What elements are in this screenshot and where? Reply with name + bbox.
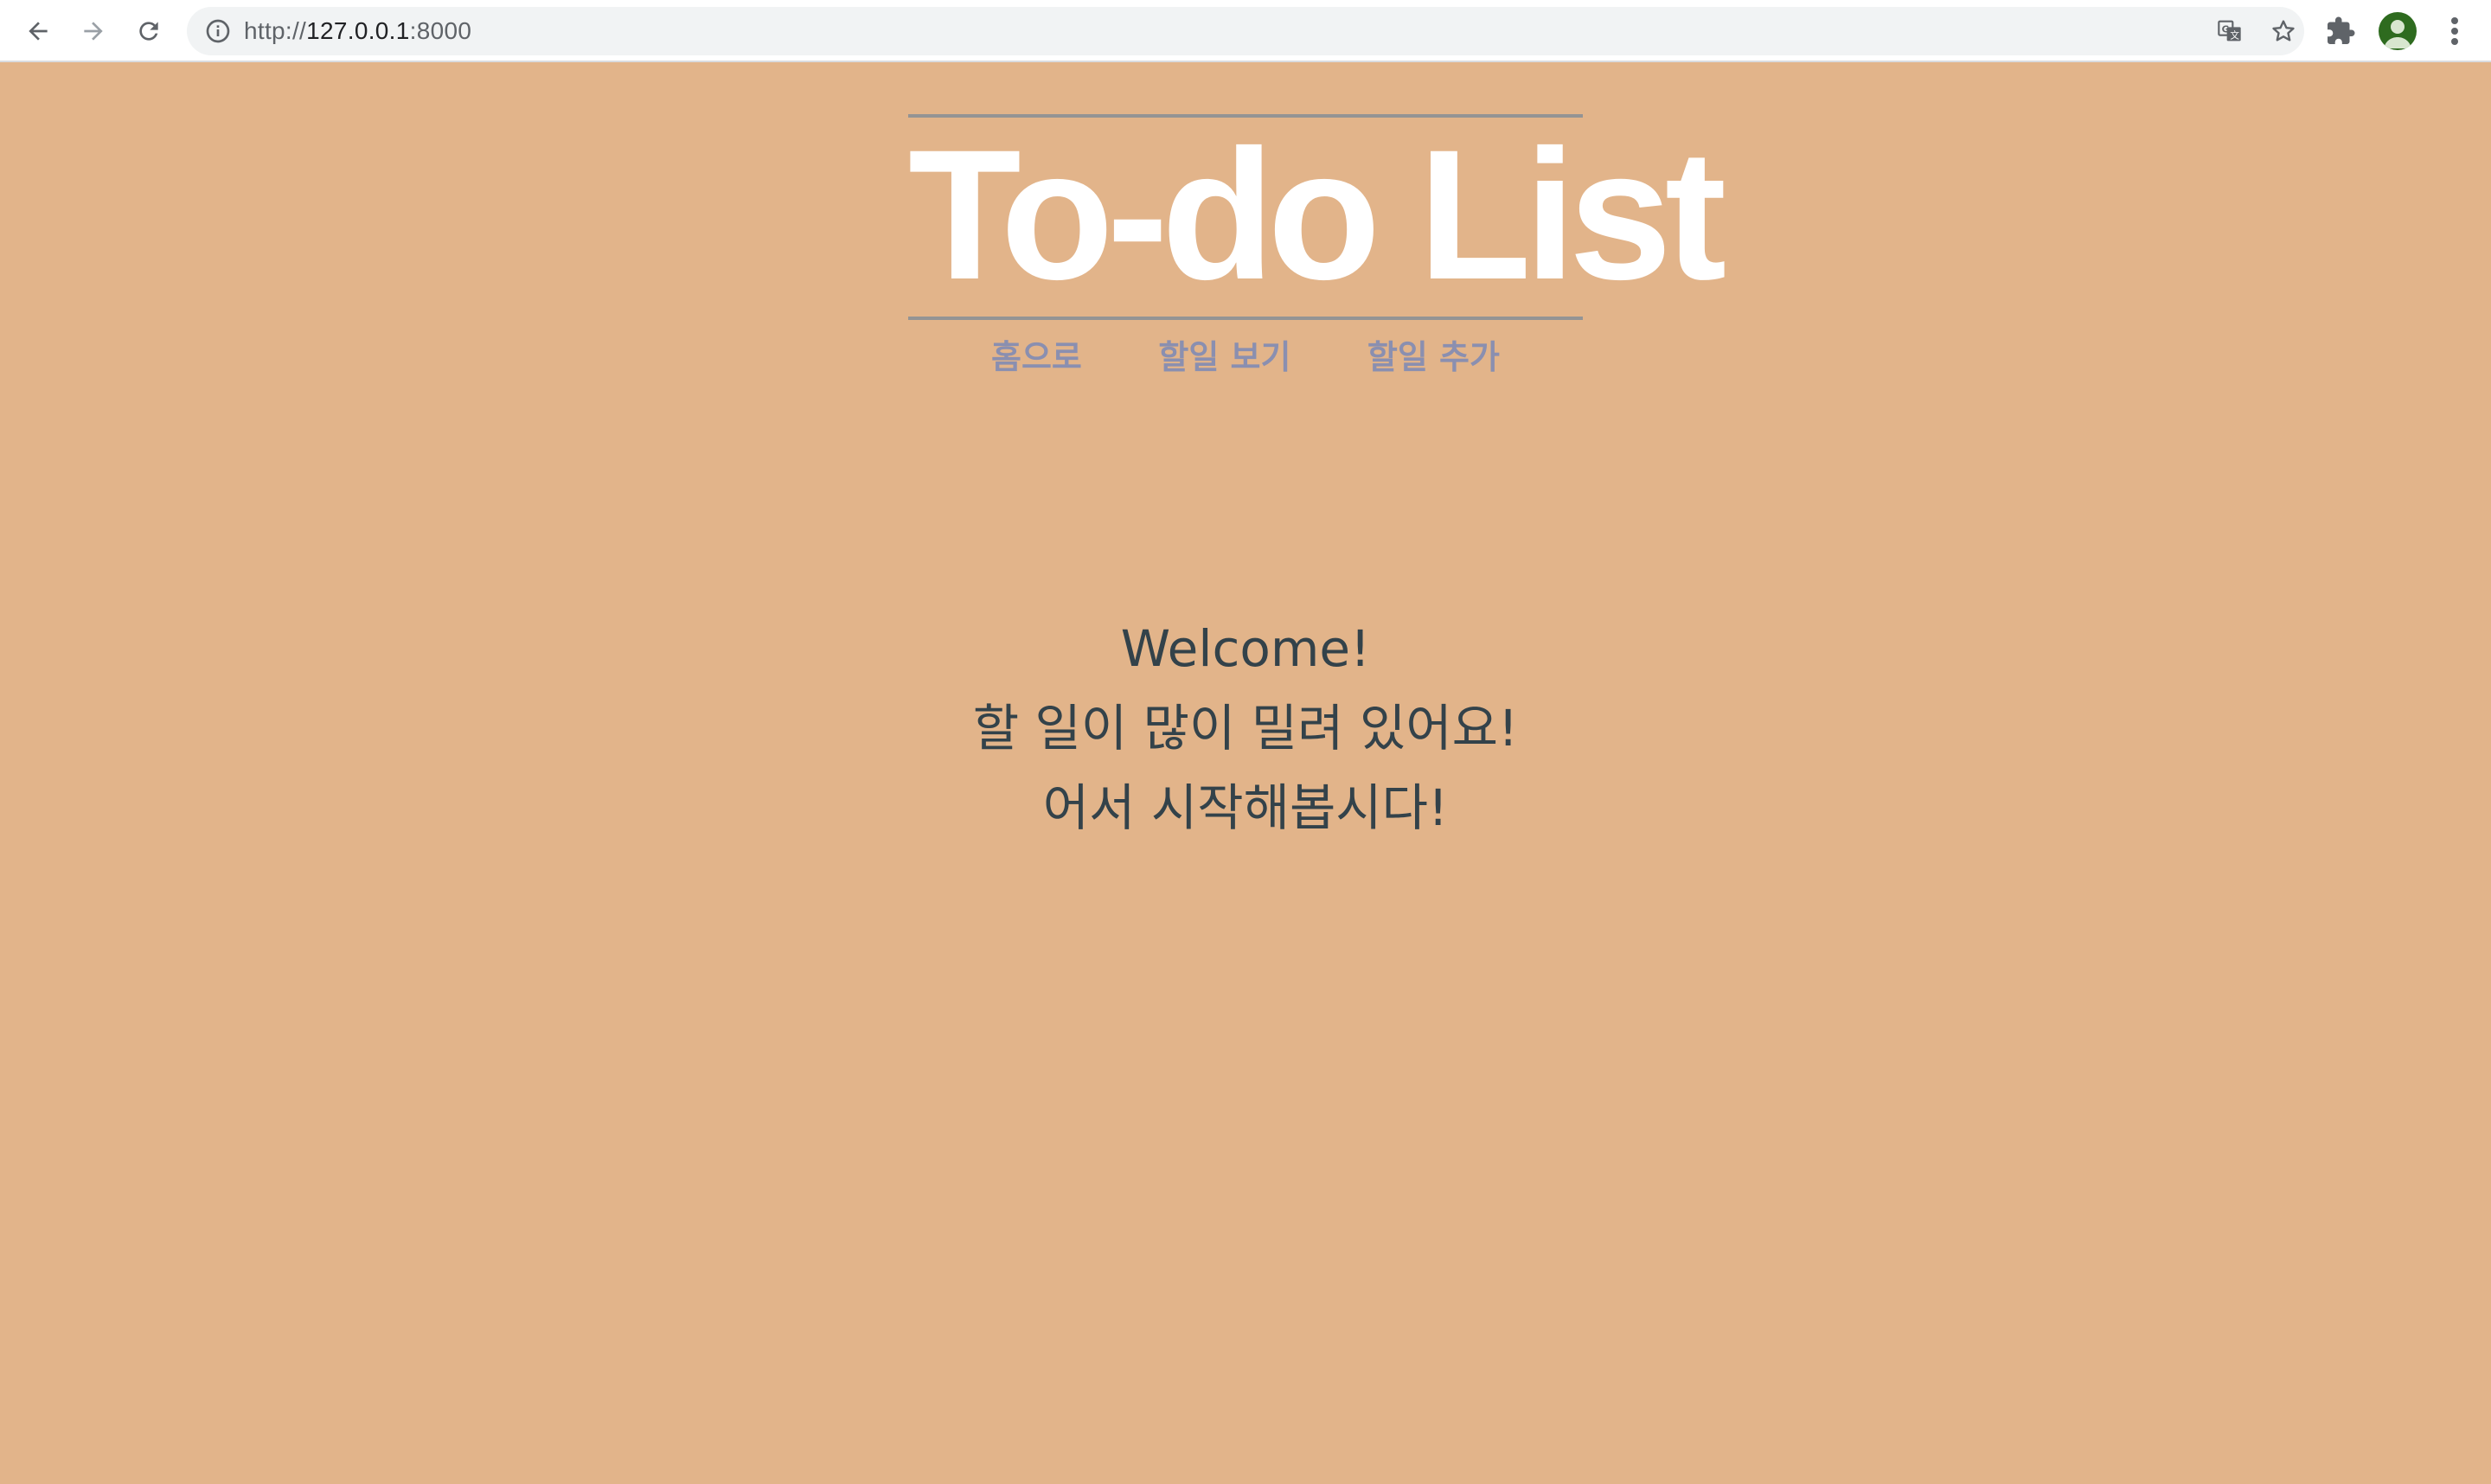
back-arrow-icon (29, 22, 48, 41)
welcome-line-3: 어서 시작해봅시다! (1042, 778, 1449, 837)
reload-button[interactable] (130, 12, 168, 50)
page-content: To-do List 홈으로 할일 보기 할일 추가 Welcome! 할 일이… (0, 62, 2491, 1484)
url-host: 127.0.0.1 (306, 17, 410, 44)
translate-icon[interactable]: G 文 (2216, 17, 2244, 45)
browser-window: http://127.0.0.1:8000 G 文 To-do List 홈으로… (0, 0, 2491, 1484)
main-nav: 홈으로 할일 보기 할일 추가 (0, 330, 2491, 378)
puzzle-icon[interactable] (2325, 16, 2356, 47)
address-bar[interactable]: http://127.0.0.1:8000 G 文 (187, 7, 2304, 55)
url-text[interactable]: http://127.0.0.1:8000 (244, 7, 471, 55)
svg-text:文: 文 (2230, 29, 2239, 41)
welcome-line-2: 할 일이 많이 밀려 있어요! (972, 699, 1519, 758)
profile-person-icon (2384, 20, 2411, 48)
forward-button[interactable] (74, 12, 112, 50)
kebab-menu-icon[interactable] (2441, 14, 2469, 48)
back-button[interactable] (19, 12, 57, 50)
url-port: :8000 (409, 17, 472, 44)
page-title: To-do List (908, 112, 1726, 318)
info-icon[interactable] (204, 17, 232, 45)
url-scheme: http:// (244, 17, 307, 44)
avatar[interactable] (2379, 12, 2417, 50)
browser-toolbar: http://127.0.0.1:8000 G 文 (0, 0, 2491, 62)
nav-link-home[interactable]: 홈으로 (991, 330, 1082, 378)
title-block: To-do List (908, 112, 1726, 320)
star-icon[interactable] (2270, 17, 2297, 45)
nav-link-add-todo[interactable]: 할일 추가 (1367, 330, 1500, 378)
reload-icon (139, 22, 158, 41)
svg-text:G: G (2222, 23, 2230, 35)
forward-arrow-icon (84, 22, 103, 41)
welcome-message: Welcome! 할 일이 많이 밀려 있어요! 어서 시작해봅시다! (0, 609, 2491, 848)
nav-link-view-todos[interactable]: 할일 보기 (1158, 330, 1290, 378)
welcome-line-1: Welcome! (1120, 619, 1371, 678)
